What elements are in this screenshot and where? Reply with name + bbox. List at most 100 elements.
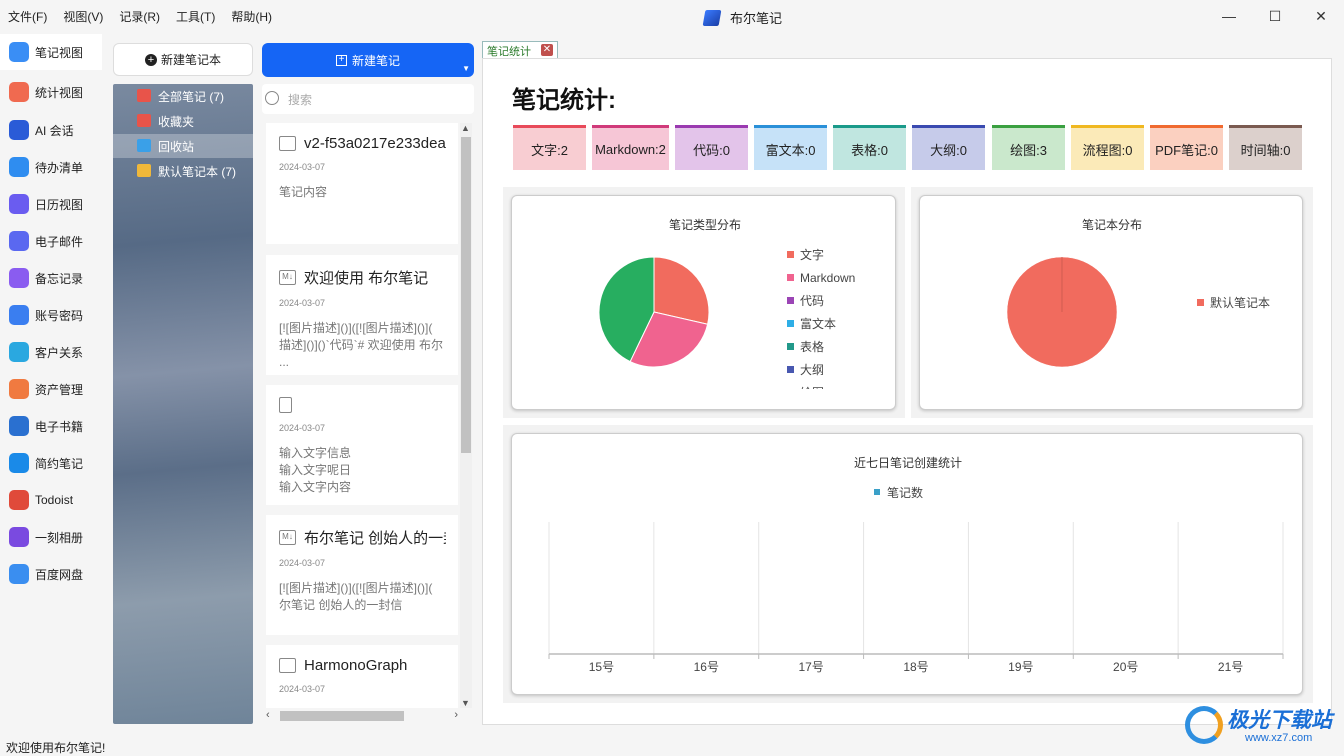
watermark-logo-icon [1185, 706, 1223, 744]
legend-label[interactable]: Markdown [800, 271, 855, 285]
legend-label[interactable]: 默认笔记本 [1210, 295, 1270, 310]
scroll-down-icon[interactable]: ▼ [461, 698, 470, 708]
notebook-item-0[interactable]: 全部笔记 (7) [113, 84, 253, 108]
todo-icon [9, 157, 29, 177]
sidebar-item-12[interactable]: Todoist [0, 482, 102, 518]
note-title-row: M↓ 欢迎使用 布尔笔记 [279, 267, 446, 288]
sidebar-item-4[interactable]: 日历视图 [0, 186, 102, 222]
legend-label[interactable]: 大纲 [800, 363, 824, 377]
legend-label[interactable]: 文字 [800, 247, 824, 262]
image-icon [279, 136, 296, 151]
title-bar: 文件(F) 视图(V) 记录(R) 工具(T) 帮助(H) 布尔笔记 — ☐ ✕ [0, 0, 1344, 32]
note-card[interactable]: HarmonoGraph 2024-03-07 [266, 645, 458, 708]
sidebar-item-10[interactable]: 电子书籍 [0, 408, 102, 444]
note-card[interactable]: v2-f53a0217e233dea 2024-03-07 笔记内容 [266, 123, 458, 244]
minimize-button[interactable]: — [1214, 4, 1244, 28]
note-card[interactable]: M↓ 欢迎使用 布尔笔记 2024-03-07 [![图片描述]()]([![图片描述… [266, 255, 458, 375]
sidebar-item-label: 一刻相册 [35, 530, 84, 545]
customer-icon [9, 342, 29, 362]
sidebar-item-6[interactable]: 备忘记录 [0, 260, 102, 296]
app-title: 布尔笔记 [702, 8, 782, 27]
maximize-button[interactable]: ☐ [1260, 4, 1290, 28]
folder-icon [137, 164, 151, 177]
notebook-item-2[interactable]: 回收站 [113, 134, 253, 158]
menu-record[interactable]: 记录(R) [119, 8, 160, 25]
legend-swatch [787, 297, 794, 304]
sidebar-item-7[interactable]: 账号密码 [0, 297, 102, 333]
watermark-url: www.xz7.com [1245, 732, 1313, 744]
mail-icon [9, 231, 29, 251]
menu-tools[interactable]: 工具(T) [176, 8, 215, 25]
note-preview: 笔记内容 [279, 185, 328, 199]
new-note-label: 新建笔记 [351, 53, 400, 68]
scroll-up-icon[interactable]: ▲ [461, 123, 470, 133]
sidebar-item-label: 电子书籍 [35, 419, 84, 434]
chart-title: 笔记类型分布 [669, 217, 741, 232]
image-icon [279, 658, 296, 673]
search-input[interactable]: 搜索 [262, 84, 474, 114]
menu-file[interactable]: 文件(F) [8, 8, 47, 25]
legend-label[interactable]: 笔记数 [887, 485, 923, 500]
password-icon [9, 305, 29, 325]
menu-help[interactable]: 帮助(H) [231, 8, 272, 25]
scroll-right-icon[interactable]: › [454, 709, 458, 721]
legend-label[interactable]: 表格 [800, 339, 824, 354]
note-title: HarmonoGraph [304, 657, 408, 674]
notebook-item-label: 全部笔记 (7) [158, 89, 225, 104]
plus-circle-icon: + [144, 53, 157, 66]
new-notebook-button[interactable]: + 新建笔记本 [113, 43, 253, 76]
album-icon [9, 527, 29, 547]
note-date: 2024-03-07 [279, 558, 326, 568]
sidebar-item-9[interactable]: 资产管理 [0, 371, 102, 407]
dropdown-caret-icon[interactable]: ▼ [462, 64, 470, 73]
bar-chart-card: 近七日笔记创建统计 笔记数 15号 16号 17号 18号 19号 20号 21号 [511, 433, 1303, 695]
sidebar-item-1[interactable]: 统计视图 [0, 74, 102, 110]
simple-note-icon [9, 453, 29, 473]
note-card[interactable]: M↓ 布尔笔记 创始人的一封 2024-03-07 [![图片描述]()]([![图片… [266, 515, 458, 635]
legend-label[interactable]: 绘图 [800, 385, 824, 400]
notebook-item-1[interactable]: 收藏夹 [113, 109, 253, 133]
x-tick-label: 19号 [1008, 660, 1033, 674]
sidebar-item-label: 日历视图 [35, 197, 84, 212]
sidebar-item-14[interactable]: 百度网盘 [0, 556, 102, 592]
sidebar-item-0[interactable]: 笔记视图 [0, 34, 102, 70]
sidebar-item-11[interactable]: 简约笔记 [0, 445, 102, 481]
menu-view[interactable]: 视图(V) [63, 8, 103, 25]
note-list-hscrollbar[interactable]: ‹ › [266, 709, 458, 723]
note-preview: [![图片描述]()]([![图片描述]()]( 描述]()]()`代码`# 欢… [279, 321, 443, 369]
document-icon [279, 397, 292, 413]
app-logo-icon [702, 9, 722, 26]
todoist-icon [9, 490, 29, 510]
legend-swatch [787, 343, 794, 350]
scroll-left-icon[interactable]: ‹ [266, 709, 270, 721]
scroll-thumb[interactable] [461, 137, 471, 453]
sidebar-item-8[interactable]: 客户关系 [0, 334, 102, 370]
trash-icon [137, 139, 151, 152]
chart-title: 近七日笔记创建统计 [854, 455, 962, 470]
watermark: 极光下载站 www.xz7.com [1185, 700, 1335, 754]
notebook-item-3[interactable]: 默认笔记本 (7) [113, 159, 253, 183]
sidebar-item-5[interactable]: 电子邮件 [0, 223, 102, 259]
sidebar-item-label: 备忘记录 [35, 271, 84, 286]
legend-label[interactable]: 代码 [800, 294, 824, 308]
x-tick-label: 20号 [1113, 660, 1138, 674]
tab-note-stats[interactable]: 笔记统计 ✕ [482, 41, 558, 59]
legend-swatch [787, 320, 794, 327]
tab-close-icon[interactable]: ✕ [541, 44, 553, 56]
netdisk-icon [9, 564, 29, 584]
note-card[interactable]: 2024-03-07 输入文字信息 输入文字呢日 输入文字内容 [266, 385, 458, 505]
notebook-item-label: 默认笔记本 (7) [158, 164, 237, 179]
sidebar-item-3[interactable]: 待办清单 [0, 149, 102, 185]
close-window-button[interactable]: ✕ [1306, 4, 1336, 28]
chart-legend: 默认笔记本 [1197, 295, 1270, 310]
note-title: 欢迎使用 布尔笔记 [304, 270, 429, 287]
legend-swatch [787, 389, 794, 396]
sidebar-item-13[interactable]: 一刻相册 [0, 519, 102, 555]
stat-box: 时间轴:0 [1229, 125, 1302, 170]
new-note-button[interactable]: + 新建笔记 ▼ [262, 43, 474, 77]
hscroll-thumb[interactable] [280, 711, 404, 721]
legend-label[interactable]: 富文本 [800, 316, 836, 331]
sidebar-item-2[interactable]: AI 会话 [0, 112, 102, 148]
ai-chat-icon [9, 120, 29, 140]
note-list-vscrollbar[interactable]: ▲ ▼ [460, 123, 472, 708]
